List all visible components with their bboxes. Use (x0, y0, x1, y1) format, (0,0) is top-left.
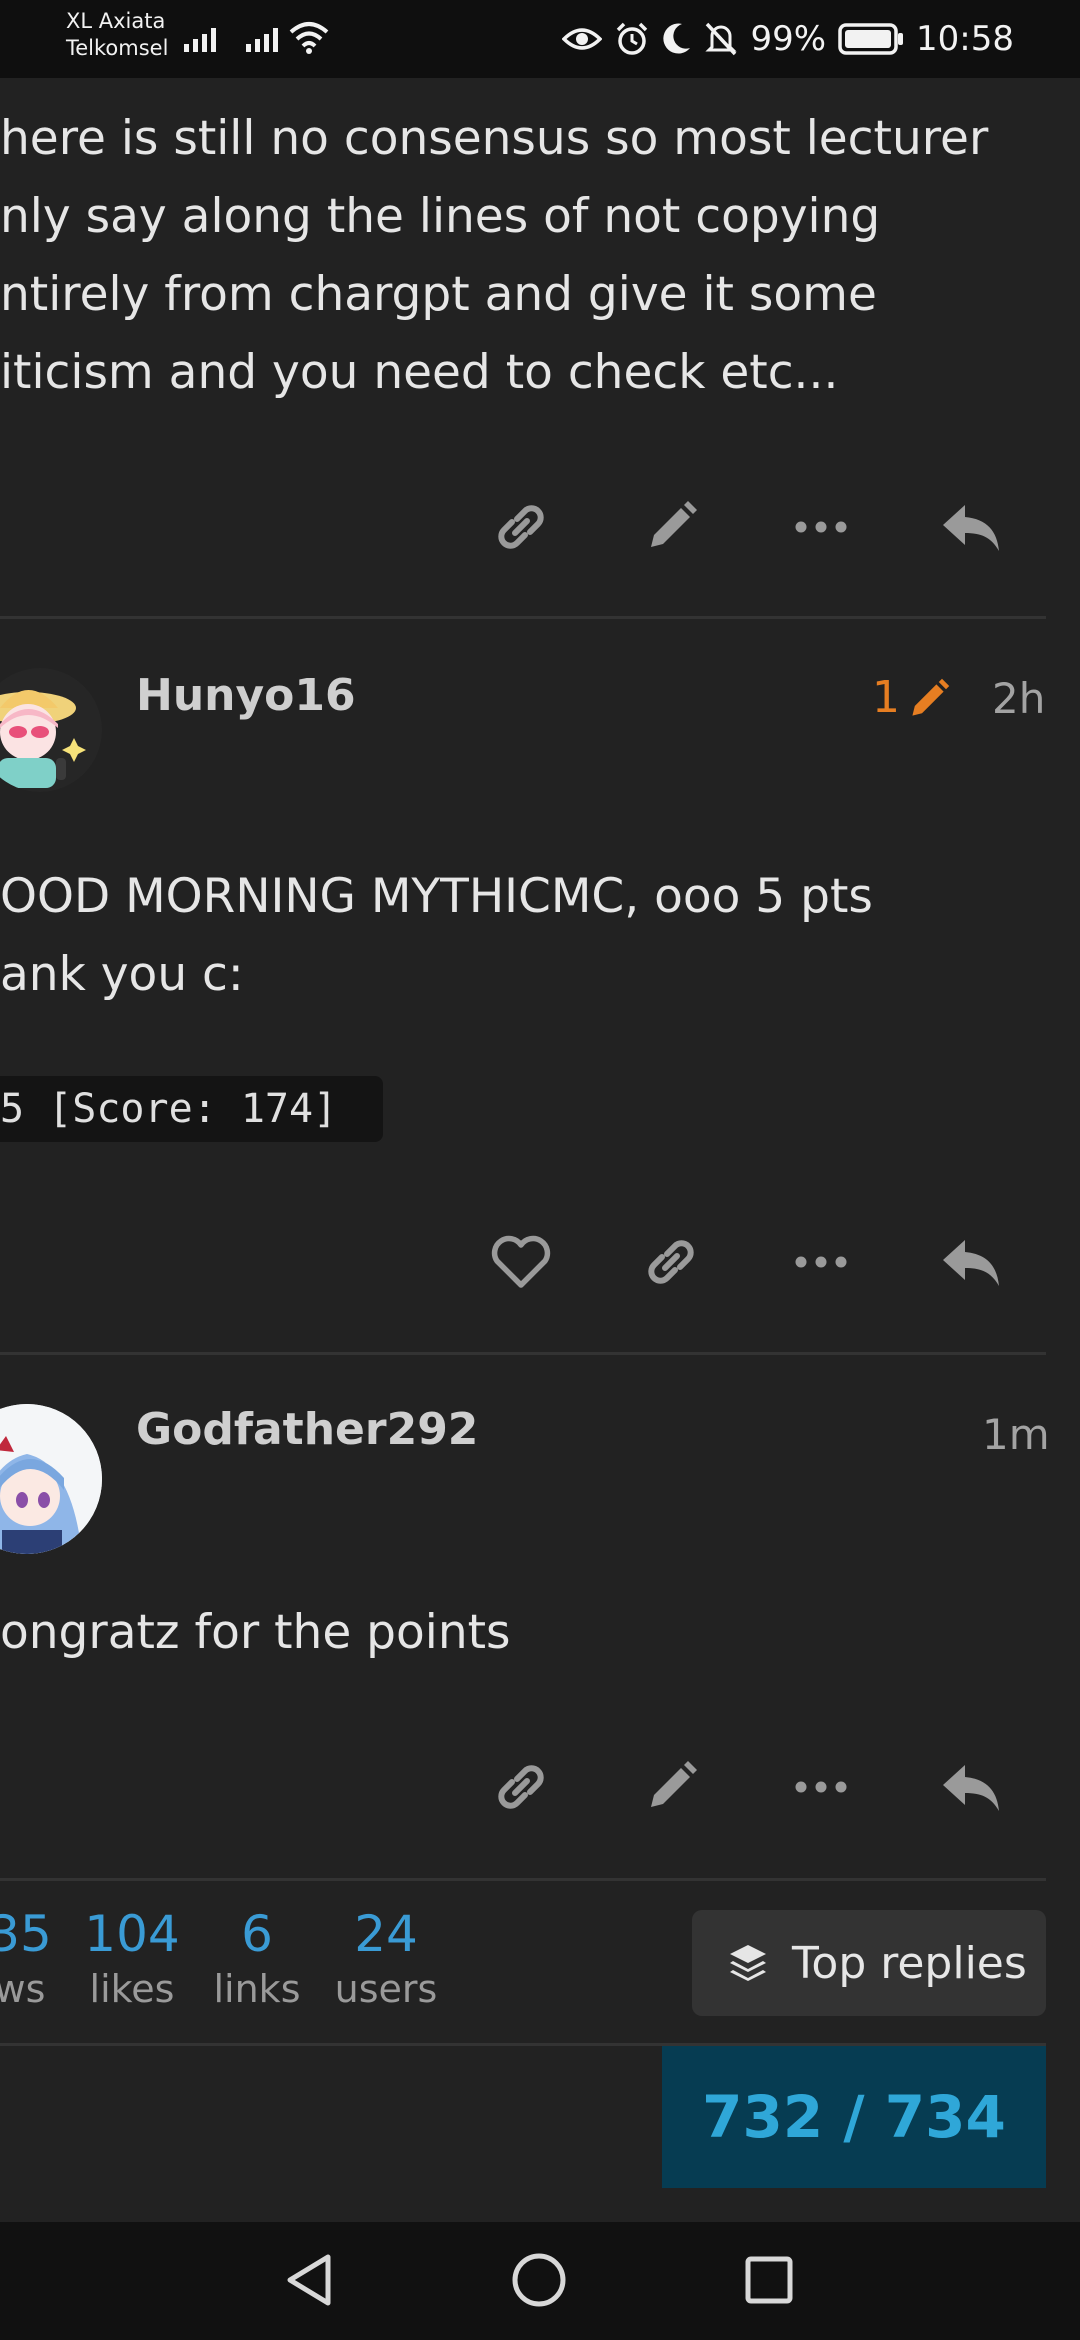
pencil-icon (912, 678, 950, 716)
stat-likes-value: 104 (84, 1905, 180, 1963)
post-2-actions (0, 1222, 1080, 1302)
reply-button[interactable] (926, 1222, 1016, 1302)
reply-button[interactable] (926, 487, 1016, 567)
battery-percent: 99% (750, 19, 827, 59)
post-2-time[interactable]: 2h (992, 674, 1045, 723)
link-icon (498, 505, 544, 549)
stat-likes: 104 likes (80, 1904, 184, 2014)
nav-back-button[interactable] (264, 2240, 354, 2320)
more-options-button[interactable] (776, 1747, 866, 1827)
avatar-godfather292[interactable] (0, 1404, 102, 1554)
stat-views-value: 35 (0, 1905, 52, 1963)
post-divider (0, 616, 1046, 619)
pencil-icon (651, 501, 697, 547)
post-text-line: nly say along the lines of not copying (0, 189, 881, 244)
avatar-image (0, 690, 86, 788)
signal-icon (184, 24, 216, 52)
alarm-icon (617, 22, 648, 55)
post-2-username[interactable]: Hunyo16 (136, 670, 356, 721)
signal-icon-2 (246, 24, 278, 52)
edit-history-button[interactable]: 1 (872, 672, 954, 723)
post-2-body: OOD MORNING MYTHICMC, ooo 5 pts ank you … (0, 858, 873, 1014)
home-circle-icon (512, 2253, 566, 2307)
post-divider (0, 1352, 1046, 1355)
carrier-line-2: Telkomsel (66, 36, 169, 60)
heart-icon (491, 1235, 551, 1288)
clock-time: 10:58 (916, 19, 1014, 59)
stat-users[interactable]: 24 users (330, 1904, 442, 2014)
code-snippet: 5 [Score: 174] (0, 1076, 383, 1142)
topic-progress-indicator[interactable]: 732 / 734 (662, 2046, 1046, 2188)
post-3-actions (0, 1747, 1080, 1827)
copy-link-button[interactable] (476, 487, 566, 567)
carrier-names: XL Axiata Telkomsel (66, 8, 168, 62)
stat-users-value: 24 (354, 1905, 418, 1963)
recents-square-icon (745, 2256, 793, 2304)
nav-recents-button[interactable] (724, 2240, 814, 2320)
stat-links[interactable]: 6 links (210, 1904, 304, 2014)
avatar-hunyo16[interactable] (0, 668, 102, 792)
reply-icon (943, 1240, 999, 1286)
copy-link-button[interactable] (626, 1222, 716, 1302)
back-triangle-icon (287, 2254, 331, 2306)
post-3-body: ongratz for the points (0, 1594, 511, 1672)
reply-icon (943, 505, 999, 551)
ellipsis-icon (795, 1256, 847, 1268)
stat-likes-label: likes (89, 1967, 175, 2011)
reply-icon (943, 1765, 999, 1811)
post-1-body: here is still no consensus so most lectu… (0, 100, 988, 412)
post-text-line: iticism and you need to check etc... (0, 345, 839, 400)
status-bar: XL Axiata Telkomsel 99% 10:58 (0, 0, 1080, 78)
more-options-button[interactable] (776, 1222, 866, 1302)
forum-topic-screen: XL Axiata Telkomsel 99% 10:58 here is st… (0, 0, 1080, 2340)
post-3-time[interactable]: 1m (982, 1410, 1050, 1459)
eye-icon (562, 28, 603, 50)
top-replies-button[interactable]: Top replies (692, 1910, 1046, 2016)
moon-icon (663, 23, 691, 54)
reply-button[interactable] (926, 1747, 1016, 1827)
wifi-icon (289, 22, 329, 54)
top-replies-label: Top replies (792, 1937, 1027, 1989)
stat-views-label: ws (0, 1967, 46, 2011)
battery-icon (838, 23, 904, 55)
post-text-line: ank you c: (0, 947, 244, 1002)
ellipsis-icon (795, 521, 847, 533)
more-options-button[interactable] (776, 487, 866, 567)
layers-icon (730, 1945, 766, 1981)
pencil-icon (651, 1761, 697, 1807)
post-1-actions (0, 487, 1080, 567)
link-icon (498, 1765, 544, 1809)
post-text-line: OOD MORNING MYTHICMC, ooo 5 pts (0, 869, 873, 924)
stat-users-label: users (334, 1967, 438, 2011)
stat-views: 35 ws (0, 1904, 60, 2014)
bell-muted-icon (705, 22, 738, 56)
post-text-line: ntirely from chargpt and give it some (0, 267, 877, 322)
carrier-line-1: XL Axiata (66, 9, 166, 33)
system-navigation-bar (0, 2222, 1080, 2340)
avatar-image (0, 1404, 102, 1554)
post-3-username[interactable]: Godfather292 (136, 1404, 478, 1455)
post-text-line: here is still no consensus so most lectu… (0, 111, 989, 166)
stat-links-value: 6 (241, 1905, 273, 1963)
status-right-group: 99% 10:58 (562, 14, 1014, 64)
post-text-line: ongratz for the points (0, 1605, 511, 1660)
copy-link-button[interactable] (476, 1747, 566, 1827)
post-divider (0, 1878, 1046, 1881)
edit-count: 1 (872, 672, 900, 723)
edit-button[interactable] (626, 487, 716, 567)
like-button[interactable] (476, 1222, 566, 1302)
stat-links-label: links (213, 1967, 301, 2011)
ellipsis-icon (795, 1781, 847, 1793)
nav-home-button[interactable] (494, 2240, 584, 2320)
link-icon (648, 1240, 694, 1284)
edit-button[interactable] (626, 1747, 716, 1827)
